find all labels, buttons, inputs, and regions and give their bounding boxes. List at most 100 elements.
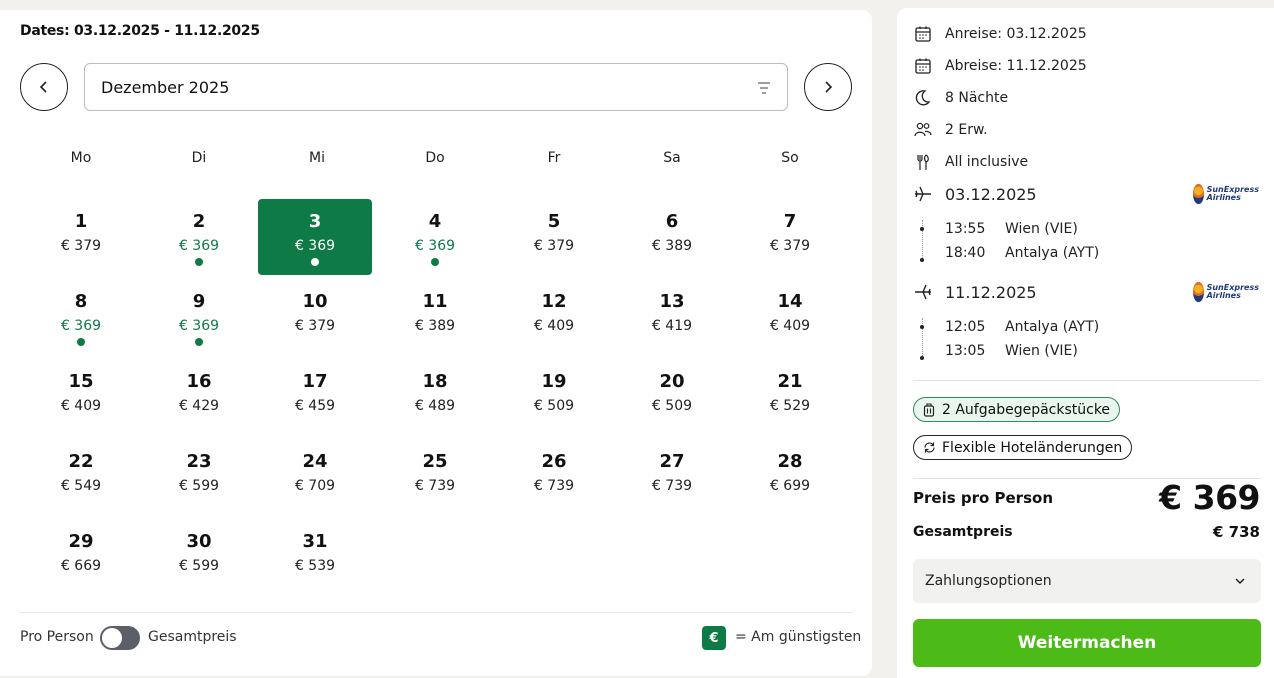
calendar-day[interactable]: 18 € 489 — [378, 359, 492, 435]
people-icon — [913, 120, 933, 140]
calendar-day[interactable]: 23 € 599 — [142, 439, 256, 515]
luggage-icon — [922, 402, 936, 417]
calendar-day[interactable]: 1 € 379 — [24, 199, 138, 275]
day-number: 21 — [777, 371, 803, 392]
flight-timeline — [922, 220, 923, 258]
travellers-row: 2 Erw. — [913, 120, 988, 140]
day-price: € 369 — [414, 238, 456, 254]
calendar-day[interactable]: 27 € 739 — [615, 439, 729, 515]
day-number: 7 — [783, 211, 797, 232]
continue-button[interactable]: Weitermachen — [913, 619, 1261, 667]
calendar-day[interactable]: 3 € 369 — [258, 199, 372, 275]
day-number: 28 — [777, 451, 803, 472]
divider — [20, 612, 852, 613]
day-number: 29 — [68, 531, 94, 552]
weekday-label: Di — [191, 150, 207, 166]
nights-row: 8 Nächte — [913, 88, 1008, 108]
segment-time: 13:55 — [945, 221, 986, 237]
cheapest-indicator-dot — [77, 338, 85, 346]
calendar-icon — [913, 24, 933, 44]
calendar-day[interactable]: 14 € 409 — [733, 279, 847, 355]
day-price: € 509 — [533, 398, 575, 414]
calendar-day[interactable]: 26 € 739 — [497, 439, 611, 515]
calendar-day[interactable]: 25 € 739 — [378, 439, 492, 515]
outbound-flight-row: 03.12.2025 — [913, 184, 1037, 204]
day-price: € 409 — [60, 398, 102, 414]
timeline-dot — [920, 227, 924, 231]
segment-time: 13:05 — [945, 343, 986, 359]
toggle-label-per-person: Pro Person — [20, 629, 94, 645]
divider — [913, 380, 1261, 381]
calendar-day[interactable]: 11 € 389 — [378, 279, 492, 355]
day-number: 15 — [68, 371, 94, 392]
calendar-day[interactable]: 30 € 599 — [142, 519, 256, 595]
calendar-day[interactable]: 13 € 419 — [615, 279, 729, 355]
day-number: 25 — [422, 451, 448, 472]
day-price: € 369 — [178, 318, 220, 334]
previous-month-button[interactable] — [20, 63, 68, 111]
calendar-day[interactable]: 12 € 409 — [497, 279, 611, 355]
price-mode-toggle[interactable] — [100, 626, 140, 650]
day-price: € 389 — [414, 318, 456, 334]
segment-airport: Antalya (AYT) — [1005, 245, 1100, 261]
day-price: € 429 — [178, 398, 220, 414]
calendar-day[interactable]: 4 € 369 — [378, 199, 492, 275]
flight-segment: 18:40 Antalya (AYT) — [945, 245, 1099, 261]
calendar-day[interactable]: 19 € 509 — [497, 359, 611, 435]
calendar-day[interactable]: 31 € 539 — [258, 519, 372, 595]
day-price: € 529 — [769, 398, 811, 414]
calendar-day[interactable]: 29 € 669 — [24, 519, 138, 595]
calendar-day[interactable]: 17 € 459 — [258, 359, 372, 435]
day-price: € 389 — [651, 238, 693, 254]
airline-logo-mark — [1193, 184, 1204, 204]
payment-options-dropdown[interactable]: Zahlungsoptionen — [913, 559, 1261, 603]
calendar-day[interactable]: 22 € 549 — [24, 439, 138, 515]
nights-text: 8 Nächte — [945, 90, 1009, 106]
day-number: 10 — [302, 291, 328, 312]
day-price: € 739 — [533, 478, 575, 494]
flight-segment: 12:05 Antalya (AYT) — [945, 319, 1099, 335]
calendar-day[interactable]: 16 € 429 — [142, 359, 256, 435]
day-price: € 669 — [60, 558, 102, 574]
calendar-day[interactable]: 28 € 699 — [733, 439, 847, 515]
flight-timeline — [922, 318, 923, 356]
day-price: € 459 — [294, 398, 336, 414]
inbound-date: 11.12.2025 — [945, 282, 1037, 302]
timeline-dot — [920, 325, 924, 329]
day-number: 23 — [186, 451, 212, 472]
calendar-day[interactable]: 6 € 389 — [615, 199, 729, 275]
day-number: 18 — [422, 371, 448, 392]
calendar-day[interactable]: 15 € 409 — [24, 359, 138, 435]
price-per-person-value: € 369 — [1159, 478, 1260, 517]
segment-time: 12:05 — [945, 319, 986, 335]
calendar-day[interactable]: 8 € 369 — [24, 279, 138, 355]
weekday-label: Sa — [663, 150, 681, 166]
day-number: 30 — [186, 531, 212, 552]
day-number: 12 — [541, 291, 567, 312]
refresh-icon — [922, 441, 936, 455]
day-price: € 599 — [178, 478, 220, 494]
calendar-day[interactable]: 7 € 379 — [733, 199, 847, 275]
weekday-label: Mo — [70, 150, 92, 166]
calendar-day[interactable]: 5 € 379 — [497, 199, 611, 275]
cheapest-legend-text: = Am günstigsten — [735, 629, 862, 645]
month-select[interactable]: Dezember 2025 — [84, 63, 788, 111]
dates-title: Dates: 03.12.2025 - 11.12.2025 — [20, 23, 260, 39]
arrival-text: Anreise: 03.12.2025 — [945, 26, 1087, 42]
day-price: € 739 — [651, 478, 693, 494]
day-number: 17 — [302, 371, 328, 392]
calendar-day[interactable]: 21 € 529 — [733, 359, 847, 435]
day-price: € 549 — [60, 478, 102, 494]
calendar-icon — [913, 56, 933, 76]
calendar-day[interactable]: 10 € 379 — [258, 279, 372, 355]
airline-logo: SunExpress Airlines — [1193, 282, 1259, 302]
calendar-day[interactable]: 2 € 369 — [142, 199, 256, 275]
flexible-hotel-chip: Flexible Hoteländerungen — [913, 435, 1133, 460]
day-number: 26 — [541, 451, 567, 472]
calendar-day[interactable]: 9 € 369 — [142, 279, 256, 355]
day-price: € 369 — [60, 318, 102, 334]
next-month-button[interactable] — [804, 63, 852, 111]
calendar-day[interactable]: 20 € 509 — [615, 359, 729, 435]
calendar-day[interactable]: 24 € 709 — [258, 439, 372, 515]
weekday-label: So — [781, 150, 799, 166]
